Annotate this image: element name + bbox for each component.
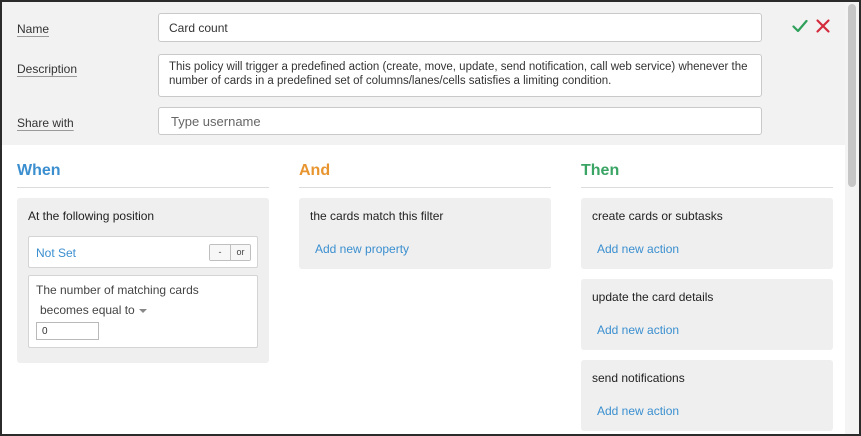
and-column: And	[299, 162, 551, 188]
position-card-title: At the following position	[28, 209, 155, 223]
when-column: When	[17, 162, 269, 188]
add-new-action-link[interactable]: Add new action	[597, 323, 679, 337]
update-card-details-card: update the card details Add new action	[581, 279, 833, 350]
send-notifications-card: send notifications Add new action	[581, 360, 833, 431]
add-new-action-link[interactable]: Add new action	[597, 404, 679, 418]
position-value[interactable]: Not Set	[36, 246, 76, 260]
when-heading: When	[17, 162, 269, 188]
name-label: Name	[17, 22, 50, 36]
add-new-action-link[interactable]: Add new action	[597, 242, 679, 256]
condition-text: The number of matching cards	[36, 283, 199, 297]
count-condition-box: The number of matching cards becomes equ…	[28, 275, 258, 348]
check-icon[interactable]	[792, 16, 808, 36]
policy-header-panel: Name Card count Description This policy …	[2, 2, 847, 145]
condition-operator-label: becomes equal to	[40, 303, 135, 317]
chevron-down-icon	[138, 308, 147, 313]
name-field[interactable]: Card count	[158, 13, 762, 42]
share-label: Share with	[17, 116, 74, 130]
create-cards-card: create cards or subtasks Add new action	[581, 198, 833, 269]
scrollbar-thumb[interactable]	[848, 4, 856, 187]
vertical-scrollbar[interactable]	[845, 2, 859, 434]
then-column: Then	[581, 162, 833, 188]
description-label: Description	[17, 62, 78, 76]
action-card-title: update the card details	[592, 290, 714, 304]
position-selector[interactable]: Not Set - or	[28, 236, 258, 268]
action-card-title: send notifications	[592, 371, 685, 385]
or-button[interactable]: or	[230, 245, 250, 260]
then-heading: Then	[581, 162, 833, 188]
close-icon[interactable]	[815, 16, 831, 36]
condition-operator-dropdown[interactable]: becomes equal to	[40, 303, 147, 317]
action-card-title: create cards or subtasks	[592, 209, 723, 223]
minus-or-toggle[interactable]: - or	[209, 244, 251, 261]
add-new-property-link[interactable]: Add new property	[315, 242, 409, 256]
filter-card-title: the cards match this filter	[310, 209, 444, 223]
filter-card: the cards match this filter Add new prop…	[299, 198, 551, 269]
condition-value-input[interactable]	[36, 322, 99, 340]
share-username-input[interactable]	[158, 107, 762, 135]
policy-editor: Name Card count Description This policy …	[0, 0, 861, 436]
description-field[interactable]: This policy will trigger a predefined ac…	[158, 54, 762, 97]
minus-button[interactable]: -	[210, 245, 230, 260]
and-heading: And	[299, 162, 551, 188]
position-card: At the following position Not Set - or T…	[17, 198, 269, 363]
